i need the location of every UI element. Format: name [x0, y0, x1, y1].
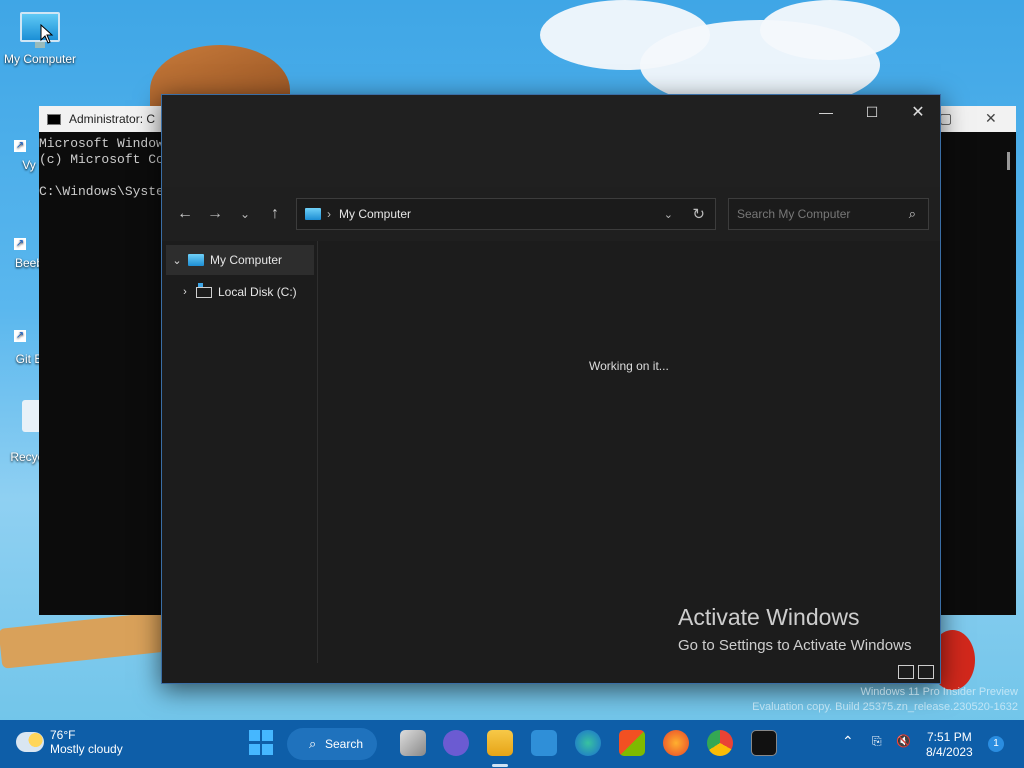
loading-message: Working on it...	[589, 359, 669, 373]
task-view-icon[interactable]	[400, 730, 426, 756]
recent-locations-button[interactable]: ⌄	[230, 199, 260, 229]
taskbar: 76°F Mostly cloudy ⌕ Search ⌃ ⎘ 🔇 7:51 P…	[0, 720, 1024, 768]
chevron-up-icon[interactable]: ⌃	[842, 733, 854, 750]
volume-muted-icon[interactable]: 🔇	[896, 734, 911, 748]
taskbar-search-button[interactable]: ⌕ Search	[287, 728, 377, 760]
clock[interactable]: 7:51 PM 8/4/2023	[926, 730, 973, 760]
breadcrumb-separator: ›	[327, 207, 331, 221]
start-button[interactable]	[249, 730, 275, 756]
maximize-button[interactable]: ☐	[849, 99, 895, 125]
tree-item-label: Local Disk (C:)	[218, 285, 297, 299]
file-explorer-icon[interactable]	[487, 730, 513, 756]
firefox-icon[interactable]	[663, 730, 689, 756]
shortcut-arrow-icon: ↗	[14, 140, 26, 152]
chrome-icon[interactable]	[707, 730, 733, 756]
details-view-icon[interactable]	[898, 665, 914, 679]
clock-time: 7:51 PM	[927, 730, 972, 744]
back-button[interactable]: ←	[170, 199, 200, 229]
teams-chat-icon[interactable]	[443, 730, 469, 756]
active-app-indicator	[492, 764, 508, 767]
view-switcher	[898, 665, 934, 679]
monitor-icon	[305, 208, 321, 220]
search-label: Search	[325, 737, 364, 751]
cloud-icon	[16, 732, 44, 752]
address-dropdown-icon[interactable]: ⌄	[664, 208, 673, 221]
navigation-bar: ← → ⌄ ↑ › My Computer ⌄ ↻ Search My Comp…	[162, 187, 940, 241]
watermark-subtitle: Go to Settings to Activate Windows	[678, 637, 912, 654]
build-info: Windows 11 Pro Insider Preview Evaluatio…	[752, 685, 1018, 715]
network-icon[interactable]: ⎘	[872, 734, 882, 749]
tree-item-my-computer[interactable]: ⌄ My Computer	[166, 245, 314, 275]
cmd-icon	[47, 113, 61, 125]
watermark-title: Activate Windows	[678, 604, 860, 630]
weather-desc: Mostly cloudy	[50, 742, 123, 756]
search-icon[interactable]: ⌕	[909, 206, 916, 222]
chevron-right-icon[interactable]: ›	[174, 286, 196, 298]
desktop-icon-label: My Computer	[3, 52, 77, 66]
explorer-window[interactable]: — ☐ ✕ ← → ⌄ ↑ › My Computer ⌄ ↻ Search M…	[161, 94, 941, 684]
large-icons-view-icon[interactable]	[918, 665, 934, 679]
terminal-icon[interactable]	[751, 730, 777, 756]
search-input[interactable]: Search My Computer ⌕	[728, 198, 929, 230]
chevron-down-icon[interactable]: ⌄	[166, 254, 188, 267]
navigation-pane: ⌄ My Computer › Local Disk (C:)	[162, 241, 318, 663]
store-icon[interactable]	[619, 730, 645, 756]
notification-badge[interactable]: 1	[988, 736, 1004, 752]
shortcut-arrow-icon: ↗	[14, 330, 26, 342]
forward-button[interactable]: →	[200, 199, 230, 229]
mail-icon[interactable]	[531, 730, 557, 756]
refresh-icon[interactable]: ↻	[692, 205, 705, 223]
minimize-button[interactable]: —	[803, 99, 849, 125]
tree-item-label: My Computer	[210, 253, 283, 267]
weather-widget[interactable]: 76°F Mostly cloudy	[16, 728, 123, 756]
mouse-cursor-icon	[40, 24, 54, 44]
drive-icon	[196, 282, 212, 298]
tree-item-local-disk[interactable]: › Local Disk (C:)	[174, 277, 314, 307]
close-button[interactable]: ✕	[895, 99, 941, 125]
edge-icon[interactable]	[575, 730, 601, 756]
search-icon: ⌕	[309, 736, 317, 751]
search-placeholder: Search My Computer	[737, 207, 851, 221]
build-info-line: Evaluation copy. Build 25375.zn_release.…	[752, 701, 1018, 713]
shortcut-arrow-icon: ↗	[14, 238, 26, 250]
explorer-titlebar[interactable]: — ☐ ✕	[162, 95, 940, 187]
build-info-line: Windows 11 Pro Insider Preview	[860, 686, 1018, 698]
cmd-scrollbar[interactable]	[1007, 152, 1010, 170]
up-button[interactable]: ↑	[260, 199, 290, 229]
address-bar[interactable]: › My Computer ⌄ ↻	[296, 198, 716, 230]
cmd-close-button[interactable]: ✕	[985, 110, 997, 127]
breadcrumb-location[interactable]: My Computer	[339, 207, 411, 221]
weather-temp: 76°F	[50, 728, 76, 742]
cmd-title: Administrator: C	[69, 112, 156, 126]
monitor-icon	[188, 254, 204, 266]
activation-watermark: Activate Windows Go to Settings to Activ…	[678, 604, 911, 654]
clock-date: 8/4/2023	[926, 745, 973, 759]
wallpaper-beach	[0, 611, 172, 669]
